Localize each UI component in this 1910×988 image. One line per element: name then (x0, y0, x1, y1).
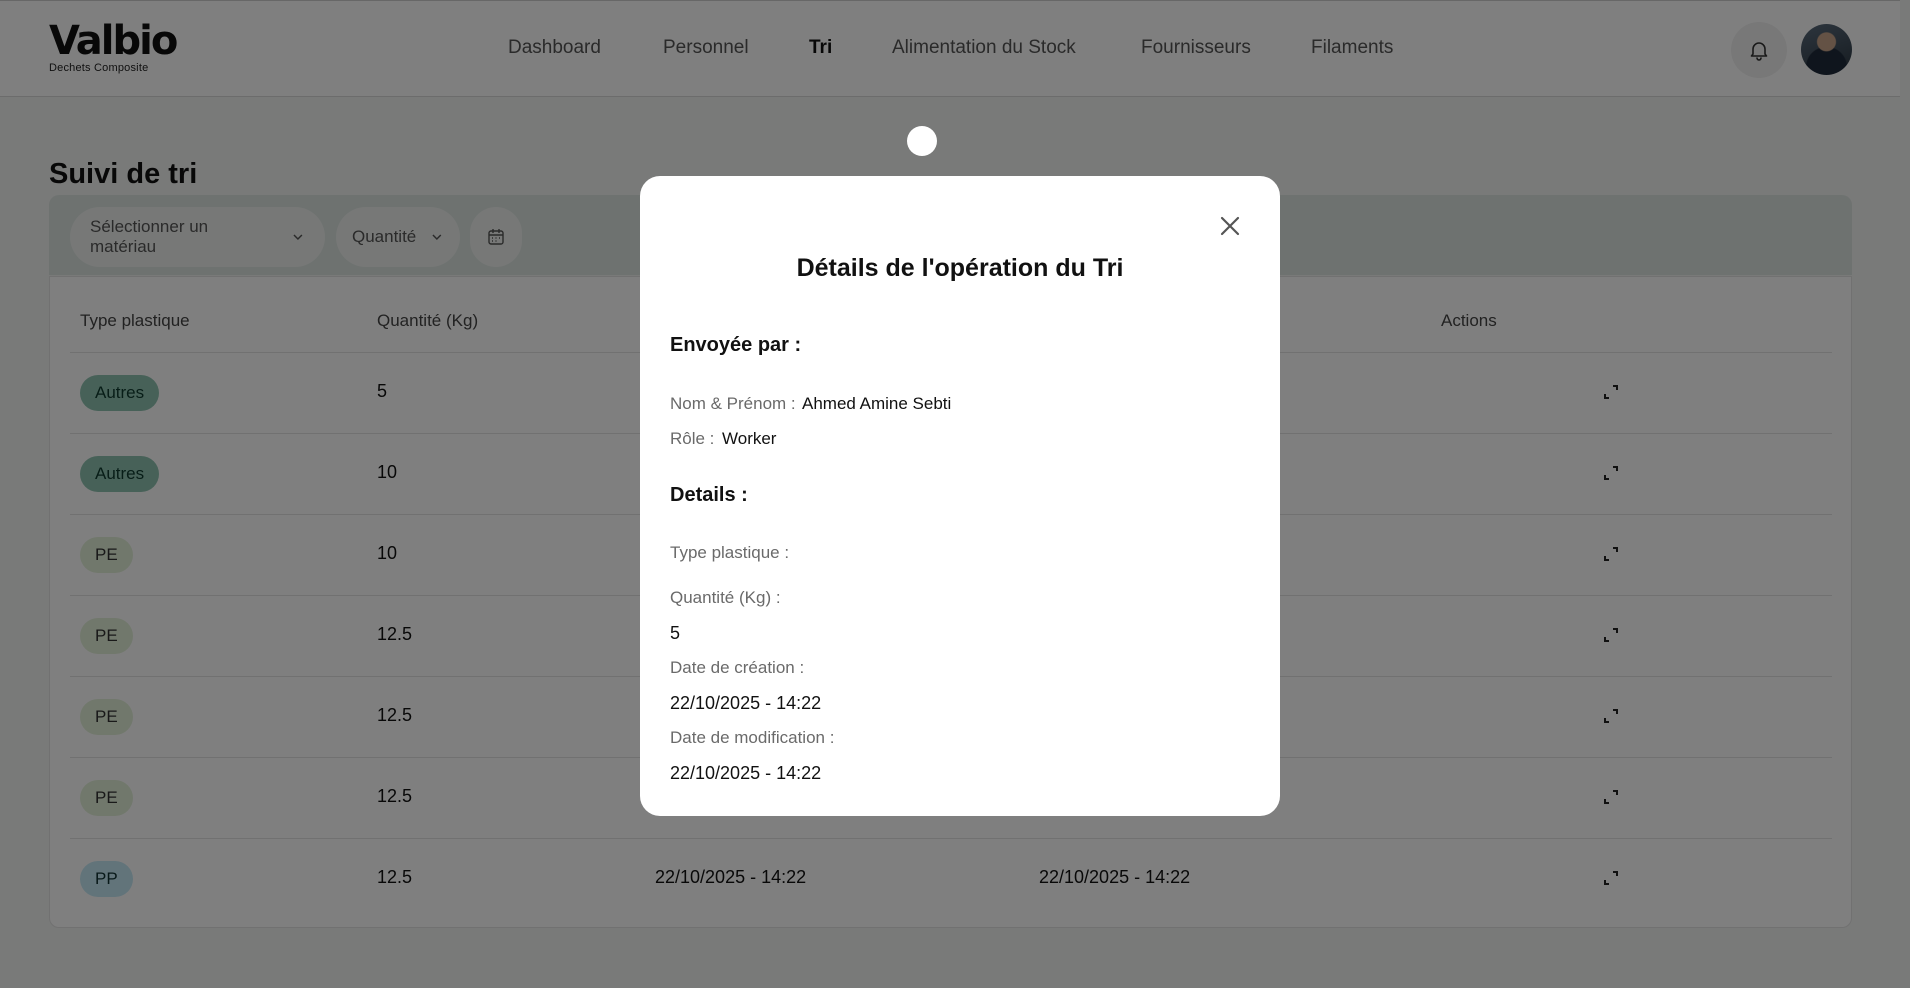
modified-value: 22/10/2025 - 14:22 (670, 763, 822, 783)
created-value: 22/10/2025 - 14:22 (670, 693, 822, 713)
quantity-label: Quantité (Kg) : (670, 588, 781, 607)
tri-details-modal: Détails de l'opération du Tri Envoyée pa… (640, 176, 1280, 816)
role-value: Worker (722, 429, 777, 448)
modal-title: Détails de l'opération du Tri (796, 254, 1124, 282)
name-label: Nom & Prénom : (670, 394, 796, 413)
details-heading: Details : (670, 484, 748, 506)
loading-indicator (907, 126, 937, 156)
close-icon[interactable] (1217, 213, 1243, 239)
type-label: Type plastique : (670, 543, 790, 562)
role-label: Rôle : (670, 429, 715, 448)
name-value: Ahmed Amine Sebti (802, 394, 952, 413)
sent-by-heading: Envoyée par : (670, 334, 802, 356)
quantity-value: 5 (670, 623, 681, 643)
modified-label: Date de modification : (670, 728, 835, 747)
created-label: Date de création : (670, 658, 805, 677)
